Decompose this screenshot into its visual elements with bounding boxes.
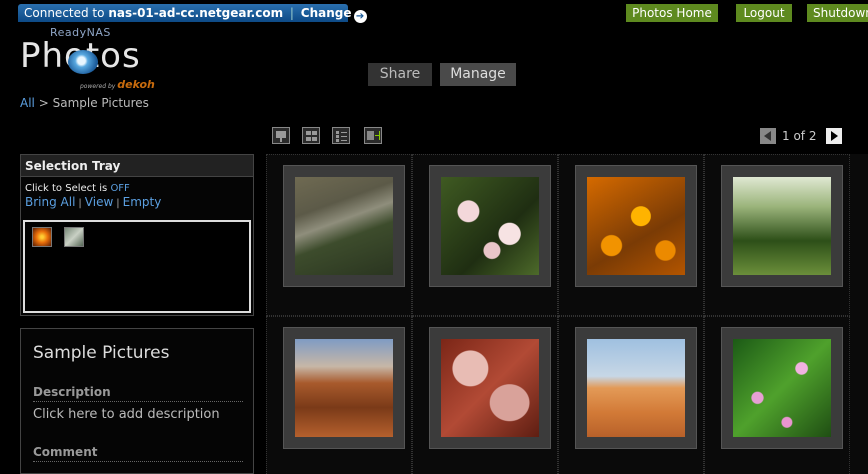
photo-thumbnail[interactable] (733, 339, 831, 437)
view-link[interactable]: View (85, 195, 113, 209)
tab-share[interactable]: Share (368, 63, 432, 86)
breadcrumb-all-link[interactable]: All (20, 96, 35, 110)
logout-button[interactable]: Logout (736, 4, 792, 22)
powered-by-label: powered by (80, 83, 116, 90)
app-logo[interactable]: ReadyNAS Photos powered by dekoh (20, 24, 200, 91)
connection-host: nas-01-ad-cc.netgear.com (108, 6, 284, 20)
photo-cell[interactable] (266, 154, 412, 316)
photo-frame (283, 327, 405, 449)
grid-view-icon[interactable] (302, 127, 320, 144)
photo-frame (575, 327, 697, 449)
connection-status: Connected to nas-01-ad-cc.netgear.com | … (18, 4, 367, 23)
previous-page-icon[interactable] (760, 128, 776, 144)
photo-frame (721, 165, 843, 287)
photo-thumbnail[interactable] (441, 177, 539, 275)
next-page-icon[interactable] (826, 128, 842, 144)
breadcrumb-separator: > (38, 96, 49, 110)
camera-lens-icon (68, 50, 98, 74)
description-label: Description (33, 385, 243, 402)
photo-frame (721, 327, 843, 449)
change-label: Change (300, 6, 352, 20)
click-to-select-status: Click to Select is OFF (21, 177, 253, 195)
shutdown-button[interactable]: Shutdown (807, 4, 868, 22)
breadcrumb: All > Sample Pictures (20, 96, 149, 110)
selection-tray: Selection Tray Click to Select is OFF Br… (20, 154, 254, 316)
tray-thumbnail[interactable] (32, 227, 52, 247)
photo-cell[interactable] (558, 316, 704, 474)
album-info-panel: Sample Pictures Description Click here t… (20, 328, 254, 474)
bring-all-link[interactable]: Bring All (25, 195, 75, 209)
photo-gallery (266, 154, 868, 474)
photo-frame (283, 165, 405, 287)
photo-cell[interactable] (704, 154, 850, 316)
slideshow-icon[interactable] (272, 127, 290, 144)
album-title: Sample Pictures (33, 343, 170, 363)
click-to-select-toggle[interactable]: OFF (110, 183, 129, 194)
photo-thumbnail[interactable] (733, 177, 831, 275)
connection-label: Connected to (24, 6, 105, 20)
tray-links: Bring All | View | Empty (21, 195, 253, 213)
photo-frame (429, 327, 551, 449)
photo-thumbnail[interactable] (587, 177, 685, 275)
separator: | (289, 6, 294, 20)
tray-title: Selection Tray (21, 155, 253, 177)
photo-thumbnail[interactable] (441, 339, 539, 437)
photo-cell[interactable] (558, 154, 704, 316)
click-to-select-label: Click to Select is (25, 183, 108, 194)
photo-thumbnail[interactable] (295, 339, 393, 437)
photo-frame (575, 165, 697, 287)
photos-home-button[interactable]: Photos Home (626, 4, 718, 22)
photo-frame (429, 165, 551, 287)
powered-by-brand: dekoh (117, 78, 155, 91)
change-button[interactable]: Change ➔ (300, 6, 367, 23)
fit-view-icon[interactable] (364, 127, 382, 144)
top-bar: Connected to nas-01-ad-cc.netgear.com | … (0, 0, 868, 23)
empty-link[interactable]: Empty (123, 195, 162, 209)
comment-label: Comment (33, 445, 243, 462)
photo-thumbnail[interactable] (295, 177, 393, 275)
arrow-right-icon: ➔ (353, 10, 367, 23)
tab-manage[interactable]: Manage (440, 63, 516, 86)
list-view-icon[interactable] (332, 127, 350, 144)
tray-thumbnail[interactable] (64, 227, 84, 247)
description-field[interactable]: Click here to add description (33, 407, 220, 422)
photo-cell[interactable] (412, 154, 558, 316)
separator: | (78, 198, 82, 209)
photo-thumbnail[interactable] (587, 339, 685, 437)
separator: | (116, 198, 120, 209)
breadcrumb-current: Sample Pictures (52, 96, 149, 110)
tray-drop-area[interactable] (23, 220, 251, 313)
photo-cell[interactable] (704, 316, 850, 474)
photo-cell[interactable] (412, 316, 558, 474)
page-indicator: 1 of 2 (782, 129, 817, 143)
logo-powered-by: powered by dekoh (80, 78, 155, 91)
pager: 1 of 2 (760, 128, 846, 144)
photo-cell[interactable] (266, 316, 412, 474)
